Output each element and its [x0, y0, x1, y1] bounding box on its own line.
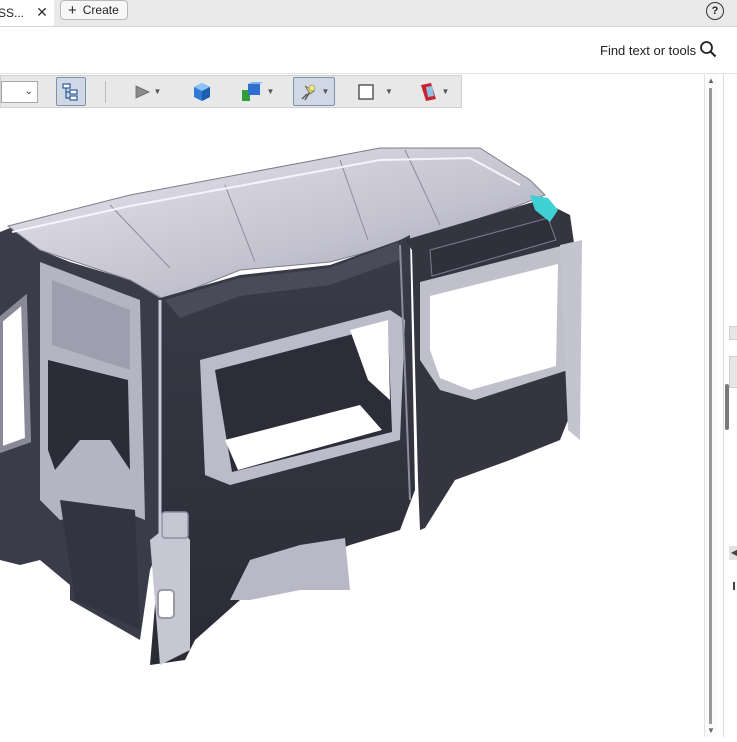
default-view-button[interactable] — [188, 77, 216, 106]
van-body-3d-model[interactable] — [0, 108, 716, 737]
render-mode-icon — [241, 81, 263, 101]
cross-section-button[interactable]: ▼ — [413, 77, 453, 106]
find-toolbar: Find text or tools — [0, 27, 737, 74]
3d-viewport[interactable] — [0, 108, 716, 737]
default-view-cube-icon — [194, 82, 210, 101]
model-tree-icon — [62, 82, 78, 101]
close-tab-icon[interactable]: ✕ — [34, 4, 50, 20]
help-icon[interactable]: ? — [706, 2, 724, 20]
side-panel-button[interactable] — [729, 326, 737, 340]
model-tree-button[interactable] — [56, 77, 86, 106]
render-mode-button[interactable]: ▼ — [233, 77, 279, 106]
scroll-down-icon[interactable]: ▼ — [707, 726, 715, 735]
chevron-down-icon: ▼ — [153, 87, 162, 96]
chevron-down-icon: ▼ — [321, 87, 330, 96]
lighting-button[interactable]: ▼ — [293, 77, 335, 106]
toolbar-divider — [105, 81, 106, 103]
plus-icon: + — [68, 1, 77, 19]
side-panel-marker — [733, 582, 735, 590]
find-text-or-tools-label[interactable]: Find text or tools — [600, 43, 696, 58]
document-tab-title: SS... — [0, 6, 25, 20]
play-animation-icon — [135, 84, 150, 99]
collapse-arrow-icon[interactable]: ◀ — [729, 546, 737, 560]
side-panel-scroll-thumb[interactable] — [725, 384, 729, 430]
chevron-down-icon: ⌄ — [24, 86, 33, 97]
3d-toolbar: ⌄ ▼ ▼ ▼ ▼ ▼ — [0, 75, 462, 108]
cross-section-icon — [420, 82, 436, 101]
create-button[interactable]: + Create — [60, 0, 128, 20]
document-tab[interactable]: SS... ✕ — [0, 0, 54, 26]
scroll-up-icon[interactable]: ▲ — [707, 76, 715, 85]
vertical-scrollbar[interactable]: ▲ ▼ — [704, 74, 717, 737]
scrollbar-thumb[interactable] — [709, 88, 712, 724]
right-side-panel: ◀ — [723, 74, 737, 737]
play-animation-button[interactable]: ▼ — [129, 77, 165, 106]
chevron-down-icon: ▼ — [385, 87, 393, 96]
background-color-button[interactable]: ▼ — [353, 77, 397, 106]
chevron-down-icon: ▼ — [441, 87, 450, 96]
lighting-icon — [301, 84, 315, 100]
view-select[interactable]: ⌄ — [1, 81, 38, 103]
tab-bar: SS... ✕ + Create ? — [0, 0, 737, 27]
background-color-icon — [358, 83, 374, 100]
search-icon[interactable] — [699, 40, 717, 58]
chevron-down-icon: ▼ — [266, 87, 275, 96]
create-button-label: Create — [82, 3, 119, 17]
side-panel-button[interactable] — [729, 356, 737, 388]
